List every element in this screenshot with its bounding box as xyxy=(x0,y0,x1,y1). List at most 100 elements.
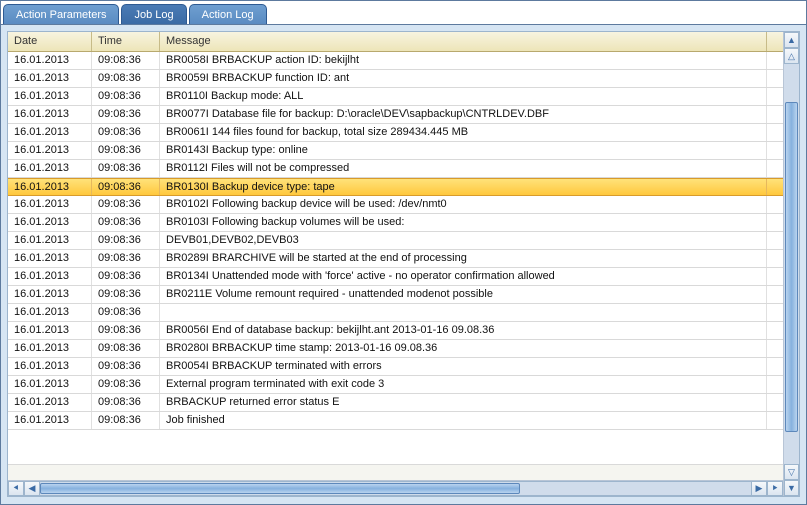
table-row[interactable]: 16.01.201309:08:36BR0112I Files will not… xyxy=(8,160,783,178)
cell-date: 16.01.2013 xyxy=(8,142,92,159)
tab-bar: Action Parameters Job Log Action Log xyxy=(1,1,806,24)
cell-message: BR0102I Following backup device will be … xyxy=(160,196,767,213)
hscroll-end-icon[interactable]: ⯈ xyxy=(767,481,783,496)
vscroll-thumb[interactable] xyxy=(785,102,798,432)
cell-date: 16.01.2013 xyxy=(8,124,92,141)
hscroll-home-icon[interactable]: ⯇ xyxy=(8,481,24,496)
cell-message: BR0280I BRBACKUP time stamp: 2013-01-16 … xyxy=(160,340,767,357)
table-row[interactable]: 16.01.201309:08:36BR0077I Database file … xyxy=(8,106,783,124)
table-row[interactable]: 16.01.201309:08:36BR0103I Following back… xyxy=(8,214,783,232)
cell-message xyxy=(160,304,767,321)
cell-date: 16.01.2013 xyxy=(8,358,92,375)
cell-time: 09:08:36 xyxy=(92,394,160,411)
cell-date: 16.01.2013 xyxy=(8,106,92,123)
content-frame: Date Time Message 16.01.201309:08:36BR00… xyxy=(1,24,806,504)
table-row[interactable]: 16.01.201309:08:36External program termi… xyxy=(8,376,783,394)
cell-message: BR0054I BRBACKUP terminated with errors xyxy=(160,358,767,375)
column-header-message[interactable]: Message xyxy=(160,32,767,51)
cell-message: BR0289I BRARCHIVE will be started at the… xyxy=(160,250,767,267)
table-row[interactable]: 16.01.201309:08:36BR0134I Unattended mod… xyxy=(8,268,783,286)
table-row[interactable]: 16.01.201309:08:36BR0143I Backup type: o… xyxy=(8,142,783,160)
grid-header: Date Time Message xyxy=(8,32,783,52)
table-row[interactable]: 16.01.201309:08:36BR0211E Volume remount… xyxy=(8,286,783,304)
table-row[interactable]: 16.01.201309:08:36BR0130I Backup device … xyxy=(8,178,783,196)
vscroll-track[interactable] xyxy=(784,64,799,464)
horizontal-scrollbar[interactable]: ⯇ ◀ ▶ ⯈ xyxy=(8,480,783,496)
cell-date: 16.01.2013 xyxy=(8,322,92,339)
table-row[interactable]: 16.01.201309:08:36BR0056I End of databas… xyxy=(8,322,783,340)
cell-date: 16.01.2013 xyxy=(8,88,92,105)
cell-time: 09:08:36 xyxy=(92,70,160,87)
cell-time: 09:08:36 xyxy=(92,250,160,267)
cell-message: BR0058I BRBACKUP action ID: bekijlht xyxy=(160,52,767,69)
cell-time: 09:08:36 xyxy=(92,142,160,159)
cell-time: 09:08:36 xyxy=(92,160,160,177)
column-header-time[interactable]: Time xyxy=(92,32,160,51)
cell-message: BR0130I Backup device type: tape xyxy=(160,179,767,195)
cell-message: External program terminated with exit co… xyxy=(160,376,767,393)
table-row[interactable]: 16.01.201309:08:36BRBACKUP returned erro… xyxy=(8,394,783,412)
column-header-date[interactable]: Date xyxy=(8,32,92,51)
tab-action-parameters[interactable]: Action Parameters xyxy=(3,4,119,24)
table-row[interactable]: 16.01.201309:08:36BR0289I BRARCHIVE will… xyxy=(8,250,783,268)
cell-time: 09:08:36 xyxy=(92,376,160,393)
cell-time: 09:08:36 xyxy=(92,304,160,321)
cell-date: 16.01.2013 xyxy=(8,268,92,285)
cell-time: 09:08:36 xyxy=(92,179,160,195)
cell-date: 16.01.2013 xyxy=(8,160,92,177)
table-row[interactable]: 16.01.201309:08:36BR0280I BRBACKUP time … xyxy=(8,340,783,358)
cell-time: 09:08:36 xyxy=(92,232,160,249)
table-row[interactable]: 16.01.201309:08:36BR0058I BRBACKUP actio… xyxy=(8,52,783,70)
cell-time: 09:08:36 xyxy=(92,286,160,303)
cell-message: BR0077I Database file for backup: D:\ora… xyxy=(160,106,767,123)
cell-message: BRBACKUP returned error status E xyxy=(160,394,767,411)
cell-message: BR0143I Backup type: online xyxy=(160,142,767,159)
cell-message: BR0059I BRBACKUP function ID: ant xyxy=(160,70,767,87)
table-row[interactable]: 16.01.201309:08:36BR0110I Backup mode: A… xyxy=(8,88,783,106)
cell-message: BR0110I Backup mode: ALL xyxy=(160,88,767,105)
cell-time: 09:08:36 xyxy=(92,214,160,231)
table-row[interactable]: 16.01.201309:08:36BR0061I 144 files foun… xyxy=(8,124,783,142)
table-row[interactable]: 16.01.201309:08:36BR0059I BRBACKUP funct… xyxy=(8,70,783,88)
hscroll-thumb[interactable] xyxy=(40,483,520,494)
tab-job-log[interactable]: Job Log xyxy=(121,4,186,24)
cell-message: BR0061I 144 files found for backup, tota… xyxy=(160,124,767,141)
cell-time: 09:08:36 xyxy=(92,412,160,429)
cell-date: 16.01.2013 xyxy=(8,376,92,393)
cell-date: 16.01.2013 xyxy=(8,340,92,357)
hscroll-track[interactable] xyxy=(40,481,751,496)
vscroll-pagedown-icon[interactable]: ▽ xyxy=(784,464,799,480)
tab-action-log[interactable]: Action Log xyxy=(189,4,267,24)
vertical-scrollbar[interactable]: ▲ △ ▽ ▼ xyxy=(783,32,799,496)
cell-message: DEVB01,DEVB02,DEVB03 xyxy=(160,232,767,249)
table-row[interactable]: 16.01.201309:08:36 xyxy=(8,304,783,322)
table-row[interactable]: 16.01.201309:08:36Job finished xyxy=(8,412,783,430)
table-row[interactable]: 16.01.201309:08:36BR0054I BRBACKUP termi… xyxy=(8,358,783,376)
grid-footer-blank xyxy=(8,464,783,480)
cell-date: 16.01.2013 xyxy=(8,394,92,411)
cell-date: 16.01.2013 xyxy=(8,232,92,249)
cell-date: 16.01.2013 xyxy=(8,52,92,69)
cell-date: 16.01.2013 xyxy=(8,214,92,231)
vscroll-up-icon[interactable]: ▲ xyxy=(784,32,799,48)
vscroll-pageup-icon[interactable]: △ xyxy=(784,48,799,64)
vscroll-down-icon[interactable]: ▼ xyxy=(784,480,799,496)
cell-message: Job finished xyxy=(160,412,767,429)
cell-time: 09:08:36 xyxy=(92,358,160,375)
hscroll-left-icon[interactable]: ◀ xyxy=(24,481,40,496)
cell-message: BR0056I End of database backup: bekijlht… xyxy=(160,322,767,339)
cell-time: 09:08:36 xyxy=(92,196,160,213)
hscroll-right-icon[interactable]: ▶ xyxy=(751,481,767,496)
cell-time: 09:08:36 xyxy=(92,322,160,339)
log-grid: Date Time Message 16.01.201309:08:36BR00… xyxy=(7,31,800,497)
table-row[interactable]: 16.01.201309:08:36DEVB01,DEVB02,DEVB03 xyxy=(8,232,783,250)
cell-date: 16.01.2013 xyxy=(8,250,92,267)
cell-time: 09:08:36 xyxy=(92,88,160,105)
cell-date: 16.01.2013 xyxy=(8,179,92,195)
cell-message: BR0134I Unattended mode with 'force' act… xyxy=(160,268,767,285)
cell-date: 16.01.2013 xyxy=(8,286,92,303)
cell-date: 16.01.2013 xyxy=(8,412,92,429)
table-row[interactable]: 16.01.201309:08:36BR0102I Following back… xyxy=(8,196,783,214)
cell-time: 09:08:36 xyxy=(92,268,160,285)
cell-time: 09:08:36 xyxy=(92,340,160,357)
